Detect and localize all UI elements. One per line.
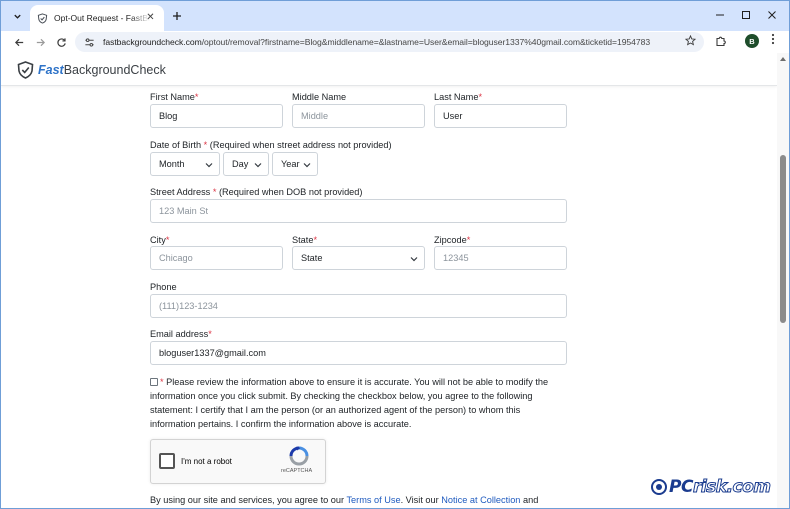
dob-label: Date of Birth * (Required when street ad… bbox=[150, 140, 392, 150]
url-text: fastbackgroundcheck.com/optout/removal?f… bbox=[103, 37, 650, 47]
extensions-button[interactable] bbox=[714, 34, 728, 48]
first-name-input[interactable]: Blog bbox=[150, 104, 283, 128]
site-info-icon[interactable] bbox=[83, 36, 95, 48]
terms-notice: By using our site and services, you agre… bbox=[150, 495, 539, 505]
street-address-input[interactable]: 123 Main St bbox=[150, 199, 567, 223]
kebab-menu-icon bbox=[771, 33, 775, 45]
scroll-up-arrow-icon[interactable] bbox=[780, 57, 786, 61]
url-path: /optout/removal?firstname=Blog&middlenam… bbox=[201, 37, 651, 47]
arrow-right-icon bbox=[36, 38, 45, 46]
dob-day-select[interactable]: Day bbox=[223, 152, 269, 176]
state-select[interactable]: State bbox=[292, 246, 425, 270]
close-icon[interactable]: ✕ bbox=[144, 11, 157, 24]
street-label: Street Address * (Required when DOB not … bbox=[150, 187, 363, 197]
recaptcha-widget: I'm not a robot reCAPTCHA bbox=[150, 439, 326, 484]
scroll-thumb[interactable] bbox=[780, 155, 786, 323]
dob-year-select[interactable]: Year bbox=[272, 152, 318, 176]
recaptcha-logo-icon bbox=[289, 446, 309, 466]
minimize-button[interactable] bbox=[712, 7, 728, 23]
middle-name-input[interactable]: Middle bbox=[292, 104, 425, 128]
watermark-text: PCrisk.com bbox=[669, 477, 772, 498]
browser-window: Opt-Out Request - FastBackgroundCheck ✕ bbox=[0, 0, 790, 509]
site-logo[interactable]: FastBackgroundCheck bbox=[17, 61, 166, 79]
reload-button[interactable] bbox=[53, 34, 69, 50]
page-viewport: FastBackgroundCheck First Name* Middle N… bbox=[1, 53, 777, 508]
chevron-down-icon bbox=[303, 163, 311, 168]
address-bar[interactable]: fastbackgroundcheck.com/optout/removal?f… bbox=[75, 32, 704, 52]
zipcode-input[interactable]: 12345 bbox=[434, 246, 567, 270]
logo-text: FastBackgroundCheck bbox=[38, 63, 166, 77]
recaptcha-label: I'm not a robot bbox=[181, 457, 232, 466]
phone-input[interactable]: (111)123-1234 bbox=[150, 294, 567, 318]
email-input[interactable]: bloguser1337@gmail.com bbox=[150, 341, 567, 365]
close-icon bbox=[768, 11, 776, 19]
shield-icon bbox=[36, 12, 48, 24]
close-window-button[interactable] bbox=[764, 7, 780, 23]
arrow-left-icon bbox=[14, 38, 23, 46]
state-label: State* bbox=[292, 235, 318, 245]
notice-at-collection-link[interactable]: Notice at Collection bbox=[441, 495, 520, 505]
pcrisk-watermark: PCrisk.com bbox=[651, 477, 772, 498]
tab-active[interactable]: Opt-Out Request - FastBackgroundCheck ✕ bbox=[30, 5, 164, 31]
new-tab-button[interactable] bbox=[169, 8, 185, 24]
plus-icon bbox=[173, 12, 181, 20]
chevron-down-icon bbox=[205, 163, 213, 168]
last-name-label: Last Name* bbox=[434, 92, 483, 102]
magnifier-icon bbox=[651, 479, 667, 495]
logo-fast: Fast bbox=[38, 63, 64, 77]
maximize-button[interactable] bbox=[738, 7, 754, 23]
forward-button[interactable] bbox=[32, 34, 48, 50]
chevron-down-icon bbox=[254, 163, 262, 168]
site-header: FastBackgroundCheck bbox=[1, 53, 777, 86]
recaptcha-checkbox[interactable] bbox=[159, 453, 175, 469]
last-name-input[interactable]: User bbox=[434, 104, 567, 128]
dob-year-value: Year bbox=[281, 159, 300, 169]
maximize-icon bbox=[742, 11, 750, 19]
city-label: City* bbox=[150, 235, 170, 245]
phone-label: Phone bbox=[150, 282, 177, 292]
email-label: Email address* bbox=[150, 329, 212, 339]
state-value: State bbox=[301, 253, 323, 263]
tab-strip: Opt-Out Request - FastBackgroundCheck ✕ bbox=[1, 1, 789, 31]
dob-month-value: Month bbox=[159, 159, 185, 169]
terms-of-use-link[interactable]: Terms of Use bbox=[346, 495, 400, 505]
logo-rest: BackgroundCheck bbox=[63, 63, 166, 77]
dob-day-value: Day bbox=[232, 159, 249, 169]
bookmark-star-icon[interactable] bbox=[684, 34, 697, 49]
profile-avatar[interactable]: B bbox=[745, 34, 759, 48]
chevron-down-icon bbox=[13, 14, 21, 19]
back-button[interactable] bbox=[11, 34, 27, 50]
tab-title: Opt-Out Request - FastBackgroundCheck bbox=[54, 13, 150, 23]
first-name-label: First Name* bbox=[150, 92, 199, 102]
city-input[interactable]: Chicago bbox=[150, 246, 283, 270]
more-menu-button[interactable] bbox=[767, 33, 779, 48]
chevron-down-icon bbox=[410, 257, 418, 262]
minimize-icon bbox=[716, 14, 724, 16]
url-domain: fastbackgroundcheck.com bbox=[103, 37, 202, 47]
shield-check-icon bbox=[17, 61, 34, 79]
tab-search-button[interactable] bbox=[8, 8, 26, 25]
page-scrollbar[interactable] bbox=[777, 53, 789, 508]
middle-name-label: Middle Name bbox=[292, 92, 347, 102]
recaptcha-brand: reCAPTCHA bbox=[281, 468, 313, 474]
dob-month-select[interactable]: Month bbox=[150, 152, 220, 176]
browser-toolbar: fastbackgroundcheck.com/optout/removal?f… bbox=[1, 31, 789, 53]
reload-icon bbox=[56, 37, 66, 47]
zipcode-label: Zipcode* bbox=[434, 235, 471, 245]
consent-text: * Please review the information above to… bbox=[150, 377, 549, 429]
puzzle-icon bbox=[716, 36, 726, 47]
